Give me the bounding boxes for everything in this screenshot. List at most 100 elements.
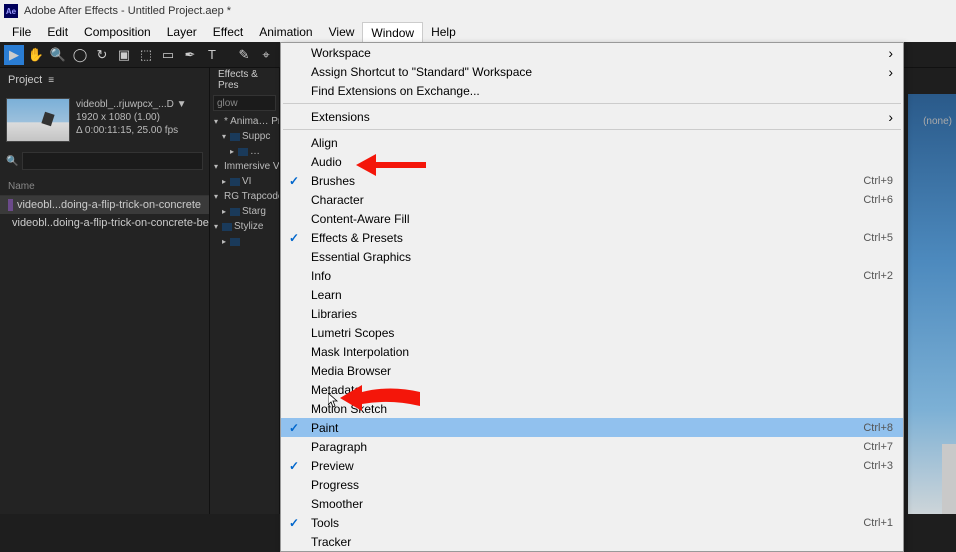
window-menu-character[interactable]: Character Ctrl+6	[281, 190, 903, 209]
menu-window[interactable]: Window	[362, 22, 423, 42]
effects-tree-item[interactable]: …	[210, 144, 279, 159]
title-project: Untitled Project.aep *	[128, 5, 231, 17]
window-menu-content-aware-fill[interactable]: Content-Aware Fill	[281, 209, 903, 228]
effects-tree-item[interactable]	[210, 234, 279, 249]
menu-item-label: Media Browser	[311, 364, 391, 378]
window-menu-progress[interactable]: Progress	[281, 475, 903, 494]
rotate-tool-icon[interactable]: ↻	[92, 45, 112, 65]
orbit-tool-icon[interactable]: ◯	[70, 45, 90, 65]
cursor-icon	[328, 393, 340, 412]
window-menu-mask-interpolation[interactable]: Mask Interpolation	[281, 342, 903, 361]
menu-file[interactable]: File	[4, 22, 39, 42]
menu-item-label: Content-Aware Fill	[311, 212, 409, 226]
check-icon: ✓	[289, 459, 299, 473]
effects-panel-tab[interactable]: Effects & Pres	[210, 68, 279, 92]
window-menu-dropdown: Workspace Assign Shortcut to "Standard" W…	[280, 42, 904, 552]
window-menu-find-extensions-on-exchange-[interactable]: Find Extensions on Exchange...	[281, 81, 903, 100]
menu-item-label: Preview	[311, 459, 354, 473]
menu-help[interactable]: Help	[423, 22, 464, 42]
project-panel: Project ≡ videobl_..rjuwpcx_...D ▼ 1920 …	[0, 68, 210, 514]
hand-tool-icon[interactable]: ✋	[26, 45, 46, 65]
menu-edit[interactable]: Edit	[39, 22, 76, 42]
preview-fragment	[908, 94, 956, 514]
window-menu-paragraph[interactable]: Paragraph Ctrl+7	[281, 437, 903, 456]
window-menu-lumetri-scopes[interactable]: Lumetri Scopes	[281, 323, 903, 342]
menu-item-label: Tracker	[311, 535, 351, 549]
menu-composition[interactable]: Composition	[76, 22, 159, 42]
window-menu-workspace[interactable]: Workspace	[281, 43, 903, 62]
project-row[interactable]: videobl..doing-a-flip-trick-on-concrete-…	[0, 214, 209, 232]
menu-item-label: Paint	[311, 421, 338, 435]
menu-animation[interactable]: Animation	[251, 22, 320, 42]
window-menu-media-browser[interactable]: Media Browser	[281, 361, 903, 380]
menu-item-label: Libraries	[311, 307, 357, 321]
rect-tool-icon[interactable]: ▭	[158, 45, 178, 65]
menu-view[interactable]: View	[321, 22, 363, 42]
none-label: (none)	[923, 116, 952, 127]
menu-item-label: Mask Interpolation	[311, 345, 409, 359]
menu-item-shortcut: Ctrl+7	[863, 441, 893, 453]
window-menu-info[interactable]: Info Ctrl+2	[281, 266, 903, 285]
window-menu-effects-presets[interactable]: ✓Effects & PresetsCtrl+5	[281, 228, 903, 247]
annotation-arrow-paint	[340, 381, 420, 422]
pan-behind-tool-icon[interactable]: ⬚	[136, 45, 156, 65]
check-icon: ✓	[289, 174, 299, 188]
menu-item-shortcut: Ctrl+8	[863, 422, 893, 434]
effects-tree-item[interactable]: RG Trapcode	[210, 189, 279, 204]
effects-tree-item[interactable]: VI	[210, 174, 279, 189]
effects-tree-item[interactable]: Starg	[210, 204, 279, 219]
menu-item-label: Extensions	[311, 110, 370, 124]
window-menu-tracker[interactable]: Tracker	[281, 532, 903, 551]
type-tool-icon[interactable]: T	[202, 45, 222, 65]
effects-tree-item[interactable]: Immersive V	[210, 159, 279, 174]
selection-tool-icon[interactable]: ▶	[4, 45, 24, 65]
effects-tree-item[interactable]: Stylize	[210, 219, 279, 234]
panel-menu-icon[interactable]: ≡	[48, 75, 54, 86]
titlebar: Ae Adobe After Effects - Untitled Projec…	[0, 0, 956, 22]
window-menu-smoother[interactable]: Smoother	[281, 494, 903, 513]
pen-tool-icon[interactable]: ✒	[180, 45, 200, 65]
menu-item-label: Tools	[311, 516, 339, 530]
menu-item-label: Info	[311, 269, 331, 283]
menu-item-label: Progress	[311, 478, 359, 492]
title-app: Adobe After Effects	[24, 5, 118, 17]
camera-tool-icon[interactable]: ▣	[114, 45, 134, 65]
menu-item-label: Workspace	[311, 46, 371, 60]
project-row-label: videobl..doing-a-flip-trick-on-concrete-…	[12, 217, 209, 229]
check-icon: ✓	[289, 421, 299, 435]
effects-tree-item[interactable]: * Anima… Pre	[210, 114, 279, 129]
window-menu-preview[interactable]: ✓ Preview Ctrl+3	[281, 456, 903, 475]
menu-item-shortcut: Ctrl+2	[863, 270, 893, 282]
menu-layer[interactable]: Layer	[159, 22, 205, 42]
window-menu-extensions[interactable]: Extensions	[281, 107, 903, 126]
project-row[interactable]: videobl...doing-a-flip-trick-on-concrete	[0, 196, 209, 214]
menu-item-shortcut: Ctrl+1	[863, 517, 893, 529]
menu-item-label: Audio	[311, 155, 342, 169]
menu-item-shortcut: Ctrl+9	[863, 175, 893, 187]
clone-tool-icon[interactable]: ⌖	[256, 45, 276, 65]
menu-item-label: Learn	[311, 288, 342, 302]
menu-item-label: Paragraph	[311, 440, 367, 454]
comp-icon	[8, 199, 13, 211]
zoom-tool-icon[interactable]: 🔍	[48, 45, 68, 65]
effects-search-input[interactable]	[213, 95, 276, 111]
window-menu-assign-shortcut-to-standard-workspace[interactable]: Assign Shortcut to "Standard" Workspace	[281, 62, 903, 81]
project-search-input[interactable]	[22, 152, 203, 170]
menu-item-label: Character	[311, 193, 364, 207]
effects-tree-item[interactable]: Suppc	[210, 129, 279, 144]
project-list-header[interactable]: Name	[0, 178, 209, 196]
menu-effect[interactable]: Effect	[205, 22, 251, 42]
annotation-arrow-brushes	[356, 148, 426, 187]
window-menu-essential-graphics[interactable]: Essential Graphics	[281, 247, 903, 266]
menu-item-shortcut: Ctrl+5	[863, 232, 893, 244]
project-thumbnail	[6, 98, 70, 142]
menu-item-shortcut: Ctrl+6	[863, 194, 893, 206]
menu-item-shortcut: Ctrl+3	[863, 460, 893, 472]
brush-tool-icon[interactable]: ✎	[234, 45, 254, 65]
window-menu-tools[interactable]: ✓ToolsCtrl+1	[281, 513, 903, 532]
search-icon: 🔍	[6, 156, 18, 167]
window-menu-learn[interactable]: Learn	[281, 285, 903, 304]
menu-item-label: Essential Graphics	[311, 250, 411, 264]
project-panel-tab[interactable]: Project ≡	[0, 68, 209, 92]
window-menu-libraries[interactable]: Libraries	[281, 304, 903, 323]
